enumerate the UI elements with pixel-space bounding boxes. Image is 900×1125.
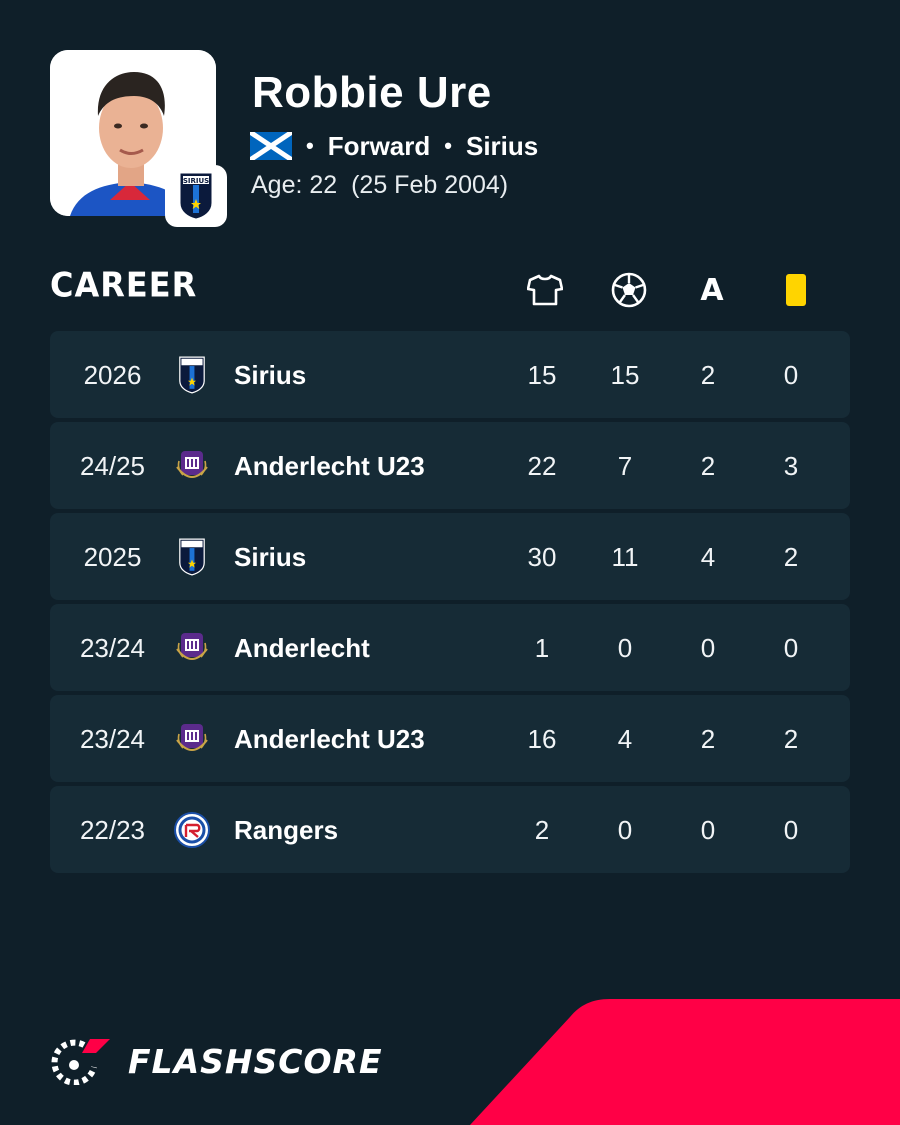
table-row: 23/24 Anderlecht U23 16 4 2 2 <box>50 695 850 782</box>
player-meta: • Forward • Sirius <box>250 131 538 161</box>
team-logo <box>172 628 212 668</box>
appearances: 22 <box>527 451 557 481</box>
yellow-card-icon <box>786 274 806 306</box>
scotland-flag-icon <box>250 132 292 160</box>
goals: 11 <box>611 542 639 572</box>
assists: 0 <box>700 815 716 845</box>
appearances: 2 <box>534 815 550 845</box>
goals: 0 <box>617 633 633 663</box>
player-position: Forward <box>327 130 431 161</box>
separator-dot: • <box>306 133 314 158</box>
anderlecht-badge-icon <box>176 451 208 478</box>
flashscore-logo-icon <box>51 1039 110 1085</box>
assists: 4 <box>700 542 716 572</box>
career-title: CAREER <box>50 265 198 305</box>
goals-header <box>607 272 651 308</box>
season: 24/25 <box>79 451 146 481</box>
player-club: Sirius <box>465 130 539 161</box>
assists: 2 <box>700 360 716 390</box>
table-row: 24/25 Anderlecht U23 22 7 2 3 <box>50 422 850 509</box>
season: 2026 <box>83 360 142 390</box>
yellow-cards: 0 <box>783 360 799 390</box>
team-logo <box>172 537 212 577</box>
svg-text:SIRIUS: SIRIUS <box>183 177 209 185</box>
anderlecht-badge-icon <box>176 724 208 751</box>
sirius-badge-icon: SIRIUS <box>180 173 212 219</box>
appearances-header <box>523 272 567 308</box>
player-name: Robbie Ure <box>252 68 492 117</box>
birth-date: (25 Feb 2004) <box>351 171 509 199</box>
appearances: 30 <box>527 542 557 572</box>
team-logo <box>172 719 212 759</box>
goals: 7 <box>617 451 633 481</box>
team-name: Rangers <box>234 815 339 845</box>
brand-name: FLASHSCORE <box>128 1041 383 1081</box>
assists: 2 <box>700 724 716 754</box>
appearances: 1 <box>534 633 550 663</box>
table-row: 23/24 Anderlecht 1 0 0 0 <box>50 604 850 691</box>
jersey-icon <box>527 274 563 306</box>
season: 23/24 <box>79 724 146 754</box>
yellow-cards: 0 <box>783 633 799 663</box>
yellow-cards: 2 <box>783 542 799 572</box>
goals: 15 <box>610 360 640 390</box>
table-row: 2025 Sirius 30 11 4 2 <box>50 513 850 600</box>
separator-dot: • <box>444 133 452 158</box>
yellow-cards: 2 <box>783 724 799 754</box>
sirius-badge-icon <box>179 356 205 394</box>
goals: 0 <box>617 815 633 845</box>
yellow-cards: 0 <box>783 815 799 845</box>
table-row: 22/23 Rangers 2 0 0 0 <box>50 786 850 873</box>
appearances: 16 <box>527 724 557 754</box>
team-name: Sirius <box>234 542 307 572</box>
football-icon <box>611 272 647 308</box>
rangers-badge-icon <box>174 812 210 848</box>
sirius-badge-icon <box>179 538 205 576</box>
season: 2025 <box>83 542 142 572</box>
season: 23/24 <box>79 633 146 663</box>
team-name: Sirius <box>234 360 307 390</box>
player-age: Age: 22 (25 Feb 2004) <box>251 171 508 200</box>
assists: 2 <box>700 451 716 481</box>
career-table: 2026 Sirius 15 15 2 0 24/25 Anderlecht U… <box>50 331 850 877</box>
assists: 0 <box>700 633 716 663</box>
age-label: Age: 22 <box>251 171 338 199</box>
team-logo <box>172 355 212 395</box>
club-badge: SIRIUS <box>165 165 227 227</box>
team-name: Anderlecht U23 <box>234 724 425 754</box>
team-name: Anderlecht U23 <box>234 451 425 481</box>
team-logo <box>172 810 212 850</box>
assist-icon: A <box>700 272 724 308</box>
team-name: Anderlecht <box>234 633 370 663</box>
season: 22/23 <box>79 815 146 845</box>
flashscore-brand: FLASHSCORE <box>50 1037 383 1085</box>
appearances: 15 <box>527 360 557 390</box>
team-logo <box>172 446 212 486</box>
yellow-cards-header <box>774 272 818 308</box>
goals: 4 <box>617 724 633 754</box>
yellow-cards: 3 <box>783 451 799 481</box>
table-row: 2026 Sirius 15 15 2 0 <box>50 331 850 418</box>
anderlecht-badge-icon <box>176 633 208 660</box>
accent-corner <box>470 999 900 1125</box>
